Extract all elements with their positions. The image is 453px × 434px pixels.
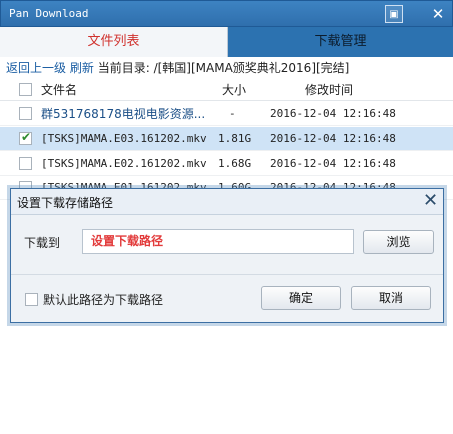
tab-file-list[interactable]: 文件列表 bbox=[0, 27, 228, 57]
tab-bar: 文件列表 下载管理 bbox=[0, 27, 453, 57]
dialog-divider bbox=[11, 274, 443, 275]
file-size: - bbox=[229, 107, 236, 120]
download-path-input[interactable]: 设置下载路径 bbox=[82, 229, 354, 254]
table-row[interactable]: 群531768178电视电影资源... - 2016-12-04 12:16:4… bbox=[0, 102, 453, 126]
select-all-checkbox[interactable] bbox=[19, 83, 32, 96]
ok-button[interactable]: 确定 bbox=[261, 286, 341, 310]
browse-button[interactable]: 浏览 bbox=[363, 230, 434, 254]
window-title: Pan Download bbox=[9, 7, 89, 20]
title-bar: Pan Download ▣ ✕ bbox=[0, 0, 453, 27]
go-up-link[interactable]: 返回上一级 bbox=[6, 61, 66, 75]
minimize-icon[interactable]: ▣ bbox=[385, 5, 403, 23]
download-to-label: 下载到 bbox=[24, 236, 61, 250]
row-checkbox[interactable] bbox=[19, 107, 32, 120]
file-size: 1.68G bbox=[218, 157, 252, 170]
tab-download-manager[interactable]: 下载管理 bbox=[228, 27, 453, 57]
breadcrumb: 返回上一级 刷新 当前目录: /[韩国][MAMA颁奖典礼2016][完结] bbox=[0, 57, 453, 79]
file-name: [TSKS]MAMA.E03.161202.mkv bbox=[41, 132, 207, 145]
row-checkbox[interactable]: ✔ bbox=[19, 130, 32, 145]
dialog-header: 设置下载存储路径 ✕ bbox=[11, 189, 443, 215]
column-header-name[interactable]: 文件名 bbox=[41, 79, 77, 101]
file-modified: 2016-12-04 12:16:48 bbox=[270, 107, 396, 120]
table-header: 文件名 大小 修改时间 bbox=[0, 79, 453, 101]
cancel-button[interactable]: 取消 bbox=[351, 286, 431, 310]
close-icon[interactable]: ✕ bbox=[429, 5, 447, 23]
download-path-dialog: 设置下载存储路径 ✕ 下载到 设置下载路径 浏览 默认此路径为下载路径 确定 取… bbox=[10, 188, 444, 323]
default-path-checkbox[interactable] bbox=[25, 293, 38, 306]
table-row[interactable]: ✔ [TSKS]MAMA.E03.161202.mkv 1.81G 2016-1… bbox=[0, 127, 453, 151]
check-icon: ✔ bbox=[21, 130, 32, 144]
row-checkbox[interactable] bbox=[19, 157, 32, 170]
dialog-close-icon[interactable]: ✕ bbox=[423, 190, 438, 211]
current-dir-label: 当前目录: bbox=[97, 61, 150, 75]
column-header-size[interactable]: 大小 bbox=[222, 79, 246, 101]
default-path-label[interactable]: 默认此路径为下载路径 bbox=[43, 291, 163, 308]
table-row[interactable]: [TSKS]MAMA.E02.161202.mkv 1.68G 2016-12-… bbox=[0, 152, 453, 176]
file-name: 群531768178电视电影资源... bbox=[41, 107, 206, 121]
refresh-link[interactable]: 刷新 bbox=[70, 61, 94, 75]
file-modified: 2016-12-04 12:16:48 bbox=[270, 132, 396, 145]
dialog-title: 设置下载存储路径 bbox=[17, 196, 114, 210]
file-name: [TSKS]MAMA.E02.161202.mkv bbox=[41, 157, 207, 170]
column-header-modified[interactable]: 修改时间 bbox=[305, 79, 353, 101]
file-size: 1.81G bbox=[218, 132, 252, 145]
current-dir-path: /[韩国][MAMA颁奖典礼2016][完结] bbox=[153, 61, 350, 75]
file-modified: 2016-12-04 12:16:48 bbox=[270, 157, 396, 170]
